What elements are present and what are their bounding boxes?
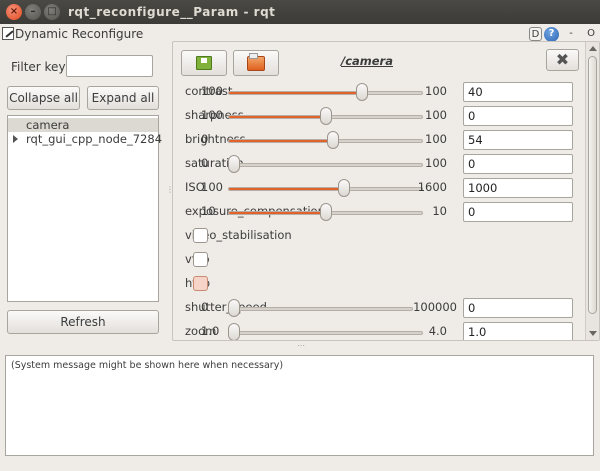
expand-all-button[interactable]: Expand all	[87, 86, 159, 110]
title-bar: × – □ rqt_reconfigure__Param - rqt	[0, 0, 600, 24]
slider-thumb[interactable]	[228, 155, 240, 173]
window-close-button[interactable]: ×	[6, 4, 22, 20]
param-min: 100	[201, 84, 223, 98]
namespace-title: /camera	[341, 54, 393, 68]
slider-fill	[229, 92, 365, 94]
slider-thumb[interactable]	[356, 83, 369, 101]
param-max: 10	[432, 204, 447, 218]
slider-thumb[interactable]	[228, 323, 240, 340]
collapse-all-button[interactable]: Collapse all	[7, 86, 80, 110]
param-value-input[interactable]: 0	[463, 298, 573, 318]
save-button[interactable]	[181, 50, 227, 76]
param-row-video-stabilisation: video_stabilisation	[173, 224, 583, 248]
param-row-zoom: zoom 1.0 4.0 1.0	[173, 320, 583, 340]
param-row-sharpness: sharpness 100 100 0	[173, 104, 583, 128]
config-panel: /camera ✖ contrast 100 100 40 sharpness 100 10…	[172, 41, 600, 341]
plugin-title: Dynamic Reconfigure	[15, 27, 144, 41]
param-max: 100	[425, 84, 447, 98]
edit-icon	[2, 27, 14, 40]
refresh-button[interactable]: Refresh	[7, 310, 159, 334]
param-min: 0	[201, 132, 209, 146]
slider-thumb[interactable]	[319, 203, 332, 221]
param-row-contrast: contrast 100 100 40	[173, 80, 583, 104]
load-button[interactable]	[233, 50, 279, 76]
param-row-iso: ISO 100 1600 1000	[173, 176, 583, 200]
param-value-input[interactable]: 54	[463, 130, 573, 150]
slider-track[interactable]	[228, 331, 423, 335]
minimize-plugin-button[interactable]: -	[566, 27, 576, 41]
slider-fill	[229, 212, 326, 214]
slider-track[interactable]	[228, 163, 423, 167]
slider-thumb[interactable]	[337, 179, 350, 197]
system-message-box: (System message might be shown here when…	[5, 355, 594, 456]
param-max: 100000	[413, 300, 457, 314]
save-icon	[196, 56, 212, 70]
param-min: 100	[201, 180, 223, 194]
param-min: 0	[201, 300, 209, 314]
tree-item-rqt-gui-node[interactable]: rqt_gui_cpp_node_7284	[8, 132, 162, 146]
vertical-scrollbar[interactable]	[585, 42, 599, 340]
system-message-text: (System message might be shown here when…	[11, 360, 284, 371]
dock-button[interactable]: D	[529, 27, 542, 41]
param-checkbox[interactable]	[193, 276, 208, 291]
window-title: rqt_reconfigure__Param - rqt	[68, 5, 276, 19]
window-minimize-button[interactable]: –	[25, 4, 41, 20]
folder-open-icon	[247, 53, 265, 71]
slider-track[interactable]	[228, 91, 423, 95]
param-max: 100	[425, 132, 447, 146]
tree-item-label: rqt_gui_cpp_node_7284	[26, 132, 163, 146]
slider-thumb[interactable]	[319, 107, 332, 125]
param-min: 10	[201, 204, 216, 218]
expand-arrow-icon[interactable]	[13, 135, 18, 143]
help-icon[interactable]: ?	[544, 27, 559, 42]
horizontal-splitter-handle[interactable]: ⋯	[297, 341, 305, 350]
param-row-vflip: vflip	[173, 248, 583, 272]
param-max: 100	[425, 156, 447, 170]
options-button[interactable]: O	[586, 27, 596, 41]
filter-input[interactable]	[66, 55, 153, 77]
slider-fill	[229, 188, 345, 190]
param-checkbox[interactable]	[193, 252, 208, 267]
param-max: 4.0	[428, 324, 447, 338]
slider-fill	[229, 140, 334, 142]
param-value-input[interactable]: 1000	[463, 178, 573, 198]
filter-label: Filter key:	[11, 60, 69, 74]
slider-thumb[interactable]	[228, 299, 240, 317]
param-value-input[interactable]: 0	[463, 106, 573, 126]
param-max: 1600	[417, 180, 447, 194]
param-checkbox[interactable]	[193, 228, 208, 243]
slider-track[interactable]	[228, 307, 413, 311]
tree-item-camera[interactable]: camera	[8, 118, 158, 132]
param-value-input[interactable]: 40	[463, 82, 573, 102]
slider-track[interactable]	[228, 187, 423, 191]
slider-track[interactable]	[228, 139, 423, 143]
vertical-splitter-handle[interactable]: ⋮	[166, 185, 174, 197]
slider-thumb[interactable]	[326, 131, 339, 149]
param-row-shutter-speed: shutter_speed 0 100000 0	[173, 296, 583, 320]
param-row-brightness: brightness 0 100 54	[173, 128, 583, 152]
node-tree[interactable]: camera rqt_gui_cpp_node_7284	[7, 115, 162, 302]
slider-fill	[229, 116, 326, 118]
param-value-input[interactable]: 0	[463, 154, 573, 174]
param-row-saturation: saturation 0 100 0	[173, 152, 583, 176]
scrollbar-thumb[interactable]	[588, 56, 597, 314]
tree-item-label: camera	[26, 118, 70, 132]
scroll-down-icon[interactable]	[589, 331, 597, 336]
param-min: 0	[201, 156, 209, 170]
param-min: 100	[201, 108, 223, 122]
param-row-hflip: hflip	[173, 272, 583, 296]
param-value-input[interactable]: 0	[463, 202, 573, 222]
close-icon[interactable]: ✖	[546, 49, 579, 71]
param-row-exposure-compensation: exposure_compensation10100	[173, 200, 583, 224]
param-min: 1.0	[201, 324, 220, 338]
window-maximize-button[interactable]: □	[44, 4, 60, 20]
scroll-up-icon[interactable]	[589, 46, 597, 51]
param-value-input[interactable]: 1.0	[463, 322, 573, 340]
param-max: 100	[425, 108, 447, 122]
